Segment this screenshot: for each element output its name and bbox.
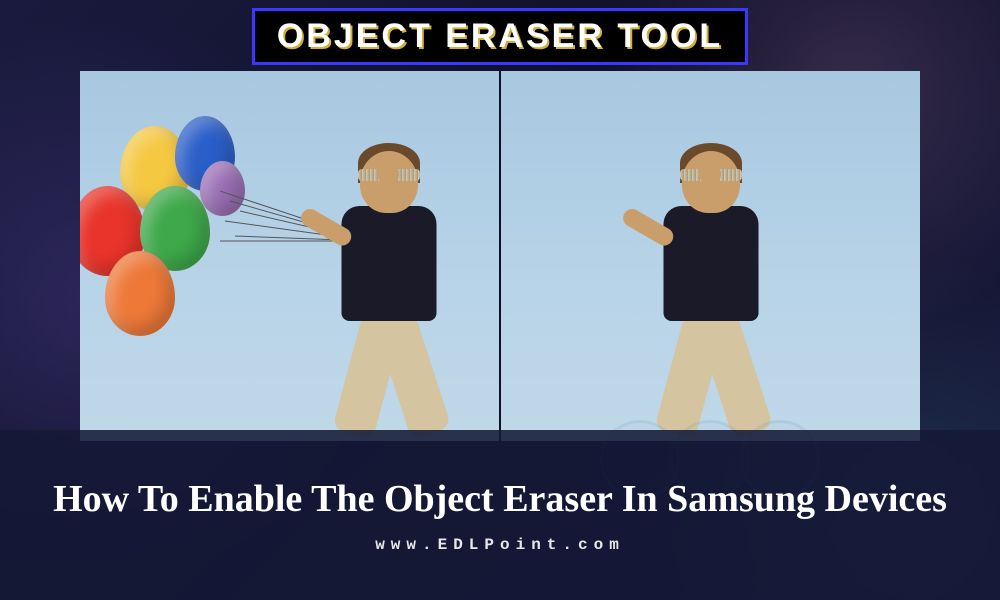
child-legs [661,316,761,441]
website-url: www.EDLPoint.com [375,536,625,554]
after-image-panel [501,71,920,441]
child-figure-before [299,121,479,441]
article-title: How To Enable The Object Eraser In Samsu… [53,476,947,524]
before-after-comparison [80,71,920,441]
balloon-orange [105,251,175,336]
child-figure-after [621,121,801,441]
child-body [663,206,758,321]
child-body [342,206,437,321]
child-hand [377,163,399,185]
balloon-cluster [80,111,260,311]
bottom-overlay: How To Enable The Object Eraser In Samsu… [0,430,1000,600]
child-hand [699,163,721,185]
child-legs [339,316,439,441]
balloon-purple [200,161,245,216]
title-banner: OBJECT ERASER TOOL [252,8,748,65]
banner-title-text: OBJECT ERASER TOOL [277,17,723,56]
before-image-panel [80,71,499,441]
main-container: OBJECT ERASER TOOL [0,0,1000,600]
